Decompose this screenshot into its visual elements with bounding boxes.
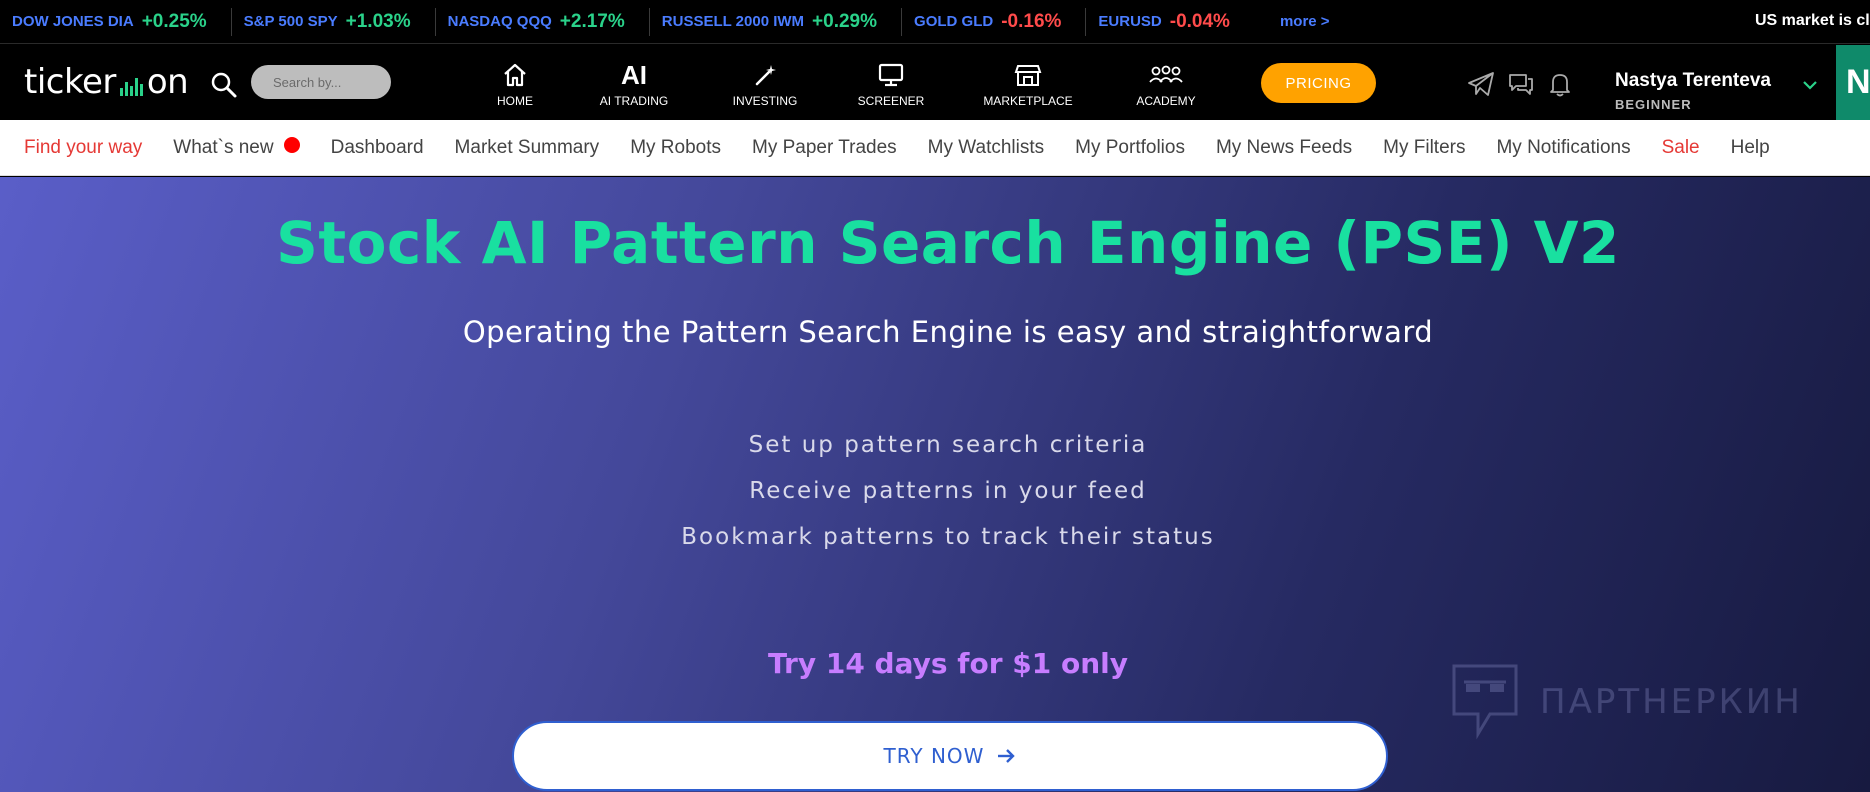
ticker-change: -0.16% (1001, 10, 1062, 32)
nav-label: SCREENER (857, 94, 925, 108)
subnav-market-summary[interactable]: Market Summary (455, 137, 600, 159)
ticker-name: GOLD GLD (914, 13, 994, 30)
subnav-label: What`s new (173, 136, 274, 158)
hero-section: Stock AI Pattern Search Engine (PSE) V2 … (0, 177, 1870, 792)
ai-icon: AI (621, 60, 647, 90)
ticker-name: RUSSELL 2000 IWM (661, 13, 805, 30)
nav-ai-trading[interactable]: AI AI TRADING (579, 60, 689, 108)
ticker-item[interactable]: NASDAQ QQQ +2.17% (436, 7, 650, 36)
ticker-item[interactable]: S&P 500 SPY +1.03% (232, 7, 436, 36)
logo[interactable]: ticker on (24, 62, 189, 102)
group-icon (1111, 60, 1221, 90)
ticker-item[interactable]: DOW JONES DIA +0.25% (0, 7, 232, 36)
ticker-change: +2.17% (559, 10, 625, 32)
magic-wand-icon (710, 60, 820, 90)
subnav-help[interactable]: Help (1731, 137, 1770, 159)
pricing-button[interactable]: PRICING (1261, 63, 1376, 103)
watermark-text: ПАРТНЕРКИН (1540, 682, 1803, 722)
market-status: US market is clo (1755, 12, 1870, 29)
subnav-my-robots[interactable]: My Robots (630, 137, 721, 159)
watermark-logo-icon (1452, 664, 1518, 740)
nav-marketplace[interactable]: MARKETPLACE (973, 60, 1083, 108)
secondary-nav: Find your way What`s new Dashboard Marke… (0, 120, 1870, 176)
ticker-change: +1.03% (345, 10, 411, 32)
subnav-my-notifications[interactable]: My Notifications (1496, 137, 1630, 159)
ticker-change: +0.25% (141, 10, 207, 32)
nav-label: AI TRADING (599, 94, 669, 108)
subnav-my-portfolios[interactable]: My Portfolios (1075, 137, 1185, 159)
logo-bars-icon (119, 76, 143, 96)
ticker-change: -0.04% (1169, 10, 1230, 32)
nav-academy[interactable]: ACADEMY (1111, 60, 1221, 108)
ticker-item[interactable]: RUSSELL 2000 IWM +0.29% (650, 7, 903, 36)
subnav-dashboard[interactable]: Dashboard (331, 137, 424, 159)
store-icon (973, 60, 1083, 90)
hero-subtitle: Operating the Pattern Search Engine is e… (462, 315, 1434, 349)
nav-label: HOME (497, 94, 533, 108)
subnav-sale[interactable]: Sale (1662, 137, 1700, 159)
home-icon (460, 60, 570, 90)
avatar[interactable]: N (1836, 45, 1870, 120)
main-header: ticker on HOME AI AI TRADING INVESTING S… (0, 45, 1870, 120)
subnav-my-news-feeds[interactable]: My News Feeds (1216, 137, 1352, 159)
new-indicator-dot (283, 136, 300, 153)
subnav-find-your-way[interactable]: Find your way (24, 137, 142, 159)
logo-text-right: on (146, 62, 189, 102)
ticker-more-link[interactable]: more > (1254, 13, 1330, 30)
subnav-my-filters[interactable]: My Filters (1383, 137, 1465, 159)
subnav-my-watchlists[interactable]: My Watchlists (928, 137, 1044, 159)
ticker-bar: DOW JONES DIA +0.25% S&P 500 SPY +1.03% … (0, 0, 1870, 44)
step-item: Receive patterns in your feed (749, 478, 1147, 504)
ticker-change: +0.29% (812, 10, 878, 32)
ticker-name: DOW JONES DIA (12, 13, 134, 30)
nav-screener[interactable]: SCREENER (836, 60, 946, 108)
page-title: Stock AI Pattern Search Engine (PSE) V2 (276, 209, 1620, 277)
step-item: Bookmark patterns to track their status (681, 524, 1215, 550)
user-level: BEGINNER (1615, 97, 1692, 112)
subnav-whats-new[interactable]: What`s new (173, 136, 300, 159)
bell-icon[interactable] (1545, 69, 1575, 99)
telegram-icon[interactable] (1466, 69, 1496, 99)
arrow-right-icon (998, 749, 1016, 763)
nav-home[interactable]: HOME (460, 60, 570, 108)
user-name[interactable]: Nastya Terenteva (1615, 70, 1771, 92)
subnav-my-paper-trades[interactable]: My Paper Trades (752, 137, 897, 159)
monitor-icon (836, 60, 946, 90)
ticker-name: S&P 500 SPY (243, 13, 338, 30)
ticker-item[interactable]: GOLD GLD -0.16% (902, 7, 1087, 36)
watermark: ПАРТНЕРКИН (1450, 662, 1803, 742)
try-now-label: TRY NOW (883, 744, 985, 768)
ticker-name: NASDAQ QQQ (447, 13, 552, 30)
nav-label: INVESTING (732, 94, 798, 108)
nav-investing[interactable]: INVESTING (710, 60, 820, 108)
chat-icon[interactable] (1506, 69, 1536, 99)
ticker-name: EURUSD (1098, 13, 1162, 30)
search-icon[interactable] (210, 71, 238, 99)
nav-label: MARKETPLACE (983, 94, 1073, 108)
try-now-button[interactable]: TRY NOW (512, 721, 1388, 791)
nav-label: ACADEMY (1136, 94, 1196, 108)
step-item: Set up pattern search criteria (748, 432, 1148, 458)
logo-text-left: ticker (24, 62, 116, 102)
chevron-down-icon[interactable] (1800, 75, 1820, 95)
search-input[interactable] (251, 65, 391, 99)
ticker-item[interactable]: EURUSD -0.04% (1086, 8, 1254, 36)
